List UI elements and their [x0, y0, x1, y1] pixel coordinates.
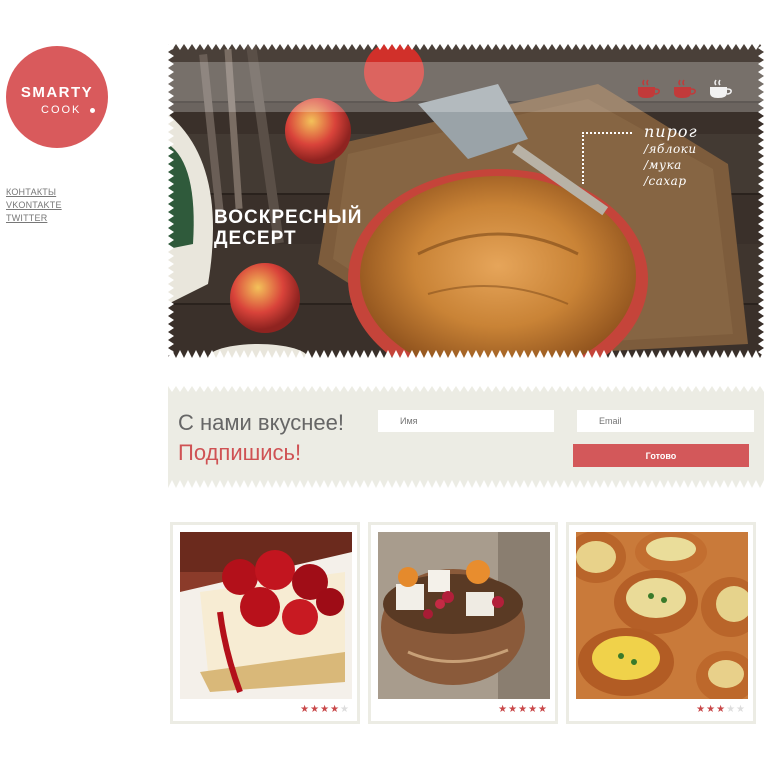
star-icon: ★ — [340, 704, 349, 715]
subscribe-panel: С нами вкуснее! Подпишись! Готово — [168, 386, 764, 488]
zigzag-edge-top — [168, 386, 764, 392]
star-rating: ★ ★ ★ ★ ★ — [300, 705, 349, 715]
ingredient: /сахар — [644, 174, 687, 188]
zigzag-edge-bottom — [168, 350, 764, 358]
star-icon: ★ — [310, 704, 320, 715]
nav-link-twitter[interactable]: TWITTER — [6, 212, 62, 225]
subscribe-tagline: С нами вкуснее! — [178, 410, 344, 435]
hero-title-line2: ДЕСЕРТ — [214, 228, 297, 249]
hero-title: ВОСКРЕСНЫЙ ДЕСЕРТ — [214, 207, 362, 249]
hero-banner[interactable]: пирог /яблоки /мука /сахар ВОСКРЕСНЫЙ ДЕ… — [168, 44, 764, 358]
star-icon: ★ — [726, 704, 736, 715]
submit-button[interactable]: Готово — [573, 444, 749, 467]
ingredient: /яблоки — [644, 142, 697, 156]
cup-outline-icon — [710, 79, 732, 98]
star-icon: ★ — [528, 704, 538, 715]
logo-text-cook: COOK — [41, 104, 82, 116]
star-icon: ★ — [320, 704, 330, 715]
star-icon: ★ — [716, 704, 726, 715]
email-input[interactable] — [577, 410, 754, 432]
zigzag-edge-left — [168, 44, 174, 358]
star-rating: ★ ★ ★ ★ ★ — [696, 705, 745, 715]
star-icon: ★ — [508, 704, 518, 715]
star-icon: ★ — [696, 704, 706, 715]
recipe-label: пирог /яблоки /мука /сахар — [644, 122, 698, 189]
subscribe-cta: Подпишись! — [178, 440, 302, 465]
nav-link-contacts[interactable]: КОНТАКТЫ — [6, 186, 62, 199]
star-icon: ★ — [518, 704, 528, 715]
star-icon: ★ — [736, 704, 745, 715]
recipe-name: пирог — [644, 122, 698, 141]
logo-dot — [90, 108, 95, 113]
ingredient: /мука — [644, 158, 682, 172]
recipe-card-bread-bowls[interactable]: ★ ★ ★ ★ ★ — [566, 522, 756, 724]
cheesecake-image — [180, 532, 352, 699]
zigzag-edge-top — [168, 44, 764, 50]
recipe-card-cheesecake[interactable]: ★ ★ ★ ★ ★ — [170, 522, 360, 724]
star-icon: ★ — [330, 704, 340, 715]
star-icon: ★ — [300, 704, 310, 715]
hero-title-line1: ВОСКРЕСНЫЙ — [214, 207, 363, 228]
difficulty-rating — [636, 78, 734, 100]
cup-icon — [674, 79, 696, 98]
zigzag-edge-bottom — [168, 480, 764, 488]
cup-icon — [638, 79, 660, 98]
bread-bowls-image — [576, 532, 748, 699]
star-icon: ★ — [498, 704, 508, 715]
logo[interactable]: SMARTY COOK — [6, 46, 108, 148]
zigzag-edge-right — [758, 44, 764, 358]
salad-image — [378, 532, 550, 699]
star-icon: ★ — [538, 704, 547, 715]
star-icon: ★ — [706, 704, 716, 715]
recipe-card-salad[interactable]: ★ ★ ★ ★ ★ — [368, 522, 558, 724]
nav-link-vkontakte[interactable]: VKONTAKTE — [6, 199, 62, 212]
recipe-dotted-pointer — [582, 132, 632, 184]
star-rating: ★ ★ ★ ★ ★ — [498, 705, 547, 715]
side-nav: КОНТАКТЫ VKONTAKTE TWITTER — [6, 186, 62, 225]
name-input[interactable] — [378, 410, 554, 432]
logo-text-smarty: SMARTY — [20, 84, 94, 101]
